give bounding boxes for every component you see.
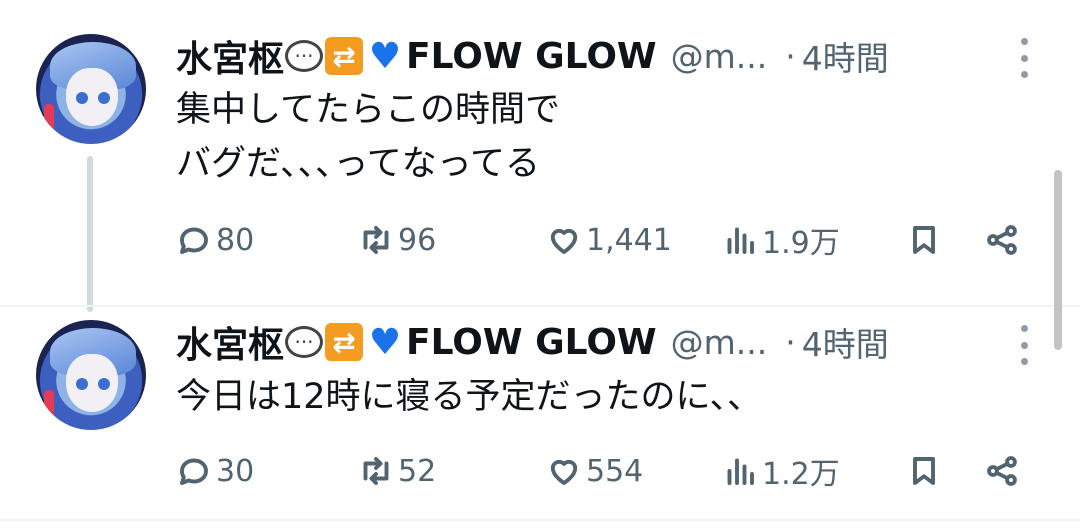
repeat-emoji: ⇄ — [325, 323, 364, 361]
thread-line — [87, 156, 93, 312]
views-count: 1.9万 — [762, 226, 840, 261]
reply-count: 80 — [216, 222, 255, 258]
tweet-text: 集中してたらこの時間で バグだ､､､ってなってる — [176, 90, 560, 184]
views-button[interactable]: 1.9万 — [722, 216, 840, 264]
avatar-eye — [98, 92, 110, 104]
bookmark-icon — [913, 457, 935, 485]
bookmark-icon — [913, 226, 935, 254]
views-count: 1.2万 — [762, 457, 840, 492]
like-button[interactable]: 554 — [546, 447, 643, 495]
tweet-actions: 80 96 1,441 1.9万 — [176, 216, 1036, 264]
tweet-header: 水宮枢 ⇄ ♥ FLOW GLOW @m... · 4時間 — [176, 316, 990, 368]
repeat-emoji: ⇄ — [325, 37, 364, 75]
timestamp[interactable]: 4時間 — [802, 32, 889, 80]
views-icon — [727, 458, 754, 485]
retweet-count: 52 — [398, 453, 437, 489]
user-handle[interactable]: @m... — [671, 323, 768, 362]
display-name[interactable]: 水宮枢 — [176, 30, 284, 82]
more-vertical-icon[interactable] — [1012, 325, 1036, 365]
share-button[interactable] — [984, 216, 1020, 264]
retweet-icon — [363, 457, 389, 485]
speech-bubble-emoji — [285, 326, 324, 358]
bookmark-button[interactable] — [906, 447, 942, 495]
avatar[interactable] — [36, 320, 146, 430]
retweet-button[interactable]: 52 — [358, 447, 436, 495]
speech-bubble-emoji — [285, 40, 324, 72]
reply-count: 30 — [216, 453, 255, 489]
reply-button[interactable]: 80 — [176, 216, 254, 264]
tweet-text: 今日は12時に寝る予定だったのに､､ — [176, 377, 746, 417]
display-name-suffix[interactable]: FLOW GLOW — [406, 322, 657, 363]
share-icon — [987, 456, 1017, 486]
share-icon — [987, 225, 1017, 255]
like-icon — [550, 228, 578, 254]
retweet-count: 96 — [398, 222, 437, 258]
avatar[interactable] — [36, 34, 146, 144]
tweet[interactable]: 水宮枢 ⇄ ♥ FLOW GLOW @m... · 4時間 今日は12時に寝る予… — [0, 305, 1080, 520]
user-handle[interactable]: @m... — [671, 37, 768, 76]
display-name-suffix[interactable]: FLOW GLOW — [406, 36, 657, 77]
more-vertical-icon[interactable] — [1012, 38, 1036, 78]
avatar-eye — [76, 92, 88, 104]
like-button[interactable]: 1,441 — [546, 216, 672, 264]
bookmark-button[interactable] — [906, 216, 942, 264]
blue-heart-emoji: ♥ — [368, 321, 402, 363]
tweet[interactable]: 水宮枢 ⇄ ♥ FLOW GLOW @m... · 4時間 集中してたらこの時間… — [0, 0, 1080, 312]
views-button[interactable]: 1.2万 — [722, 447, 840, 495]
share-button[interactable] — [984, 447, 1020, 495]
divider — [0, 519, 1080, 521]
tweet-header: 水宮枢 ⇄ ♥ FLOW GLOW @m... · 4時間 — [176, 30, 990, 82]
avatar-eye — [98, 378, 110, 390]
blue-heart-emoji: ♥ — [368, 35, 402, 77]
scrollbar-thumb[interactable] — [1054, 170, 1062, 350]
avatar-face — [66, 68, 118, 126]
tweet-actions: 30 52 554 1.2万 — [176, 447, 1036, 495]
avatar-accent — [44, 390, 54, 420]
retweet-button[interactable]: 96 — [358, 216, 436, 264]
like-icon — [550, 459, 578, 485]
retweet-icon — [363, 226, 389, 254]
avatar-eye — [76, 378, 88, 390]
like-count: 1,441 — [586, 222, 672, 258]
reply-button[interactable]: 30 — [176, 447, 254, 495]
reply-icon — [180, 458, 208, 485]
like-count: 554 — [586, 453, 644, 489]
separator-dot: · — [785, 36, 796, 76]
views-icon — [727, 227, 754, 254]
avatar-accent — [44, 104, 54, 134]
separator-dot: · — [785, 322, 796, 362]
avatar-face — [66, 354, 118, 412]
timestamp[interactable]: 4時間 — [802, 318, 889, 366]
display-name[interactable]: 水宮枢 — [176, 316, 284, 368]
reply-icon — [180, 227, 208, 254]
